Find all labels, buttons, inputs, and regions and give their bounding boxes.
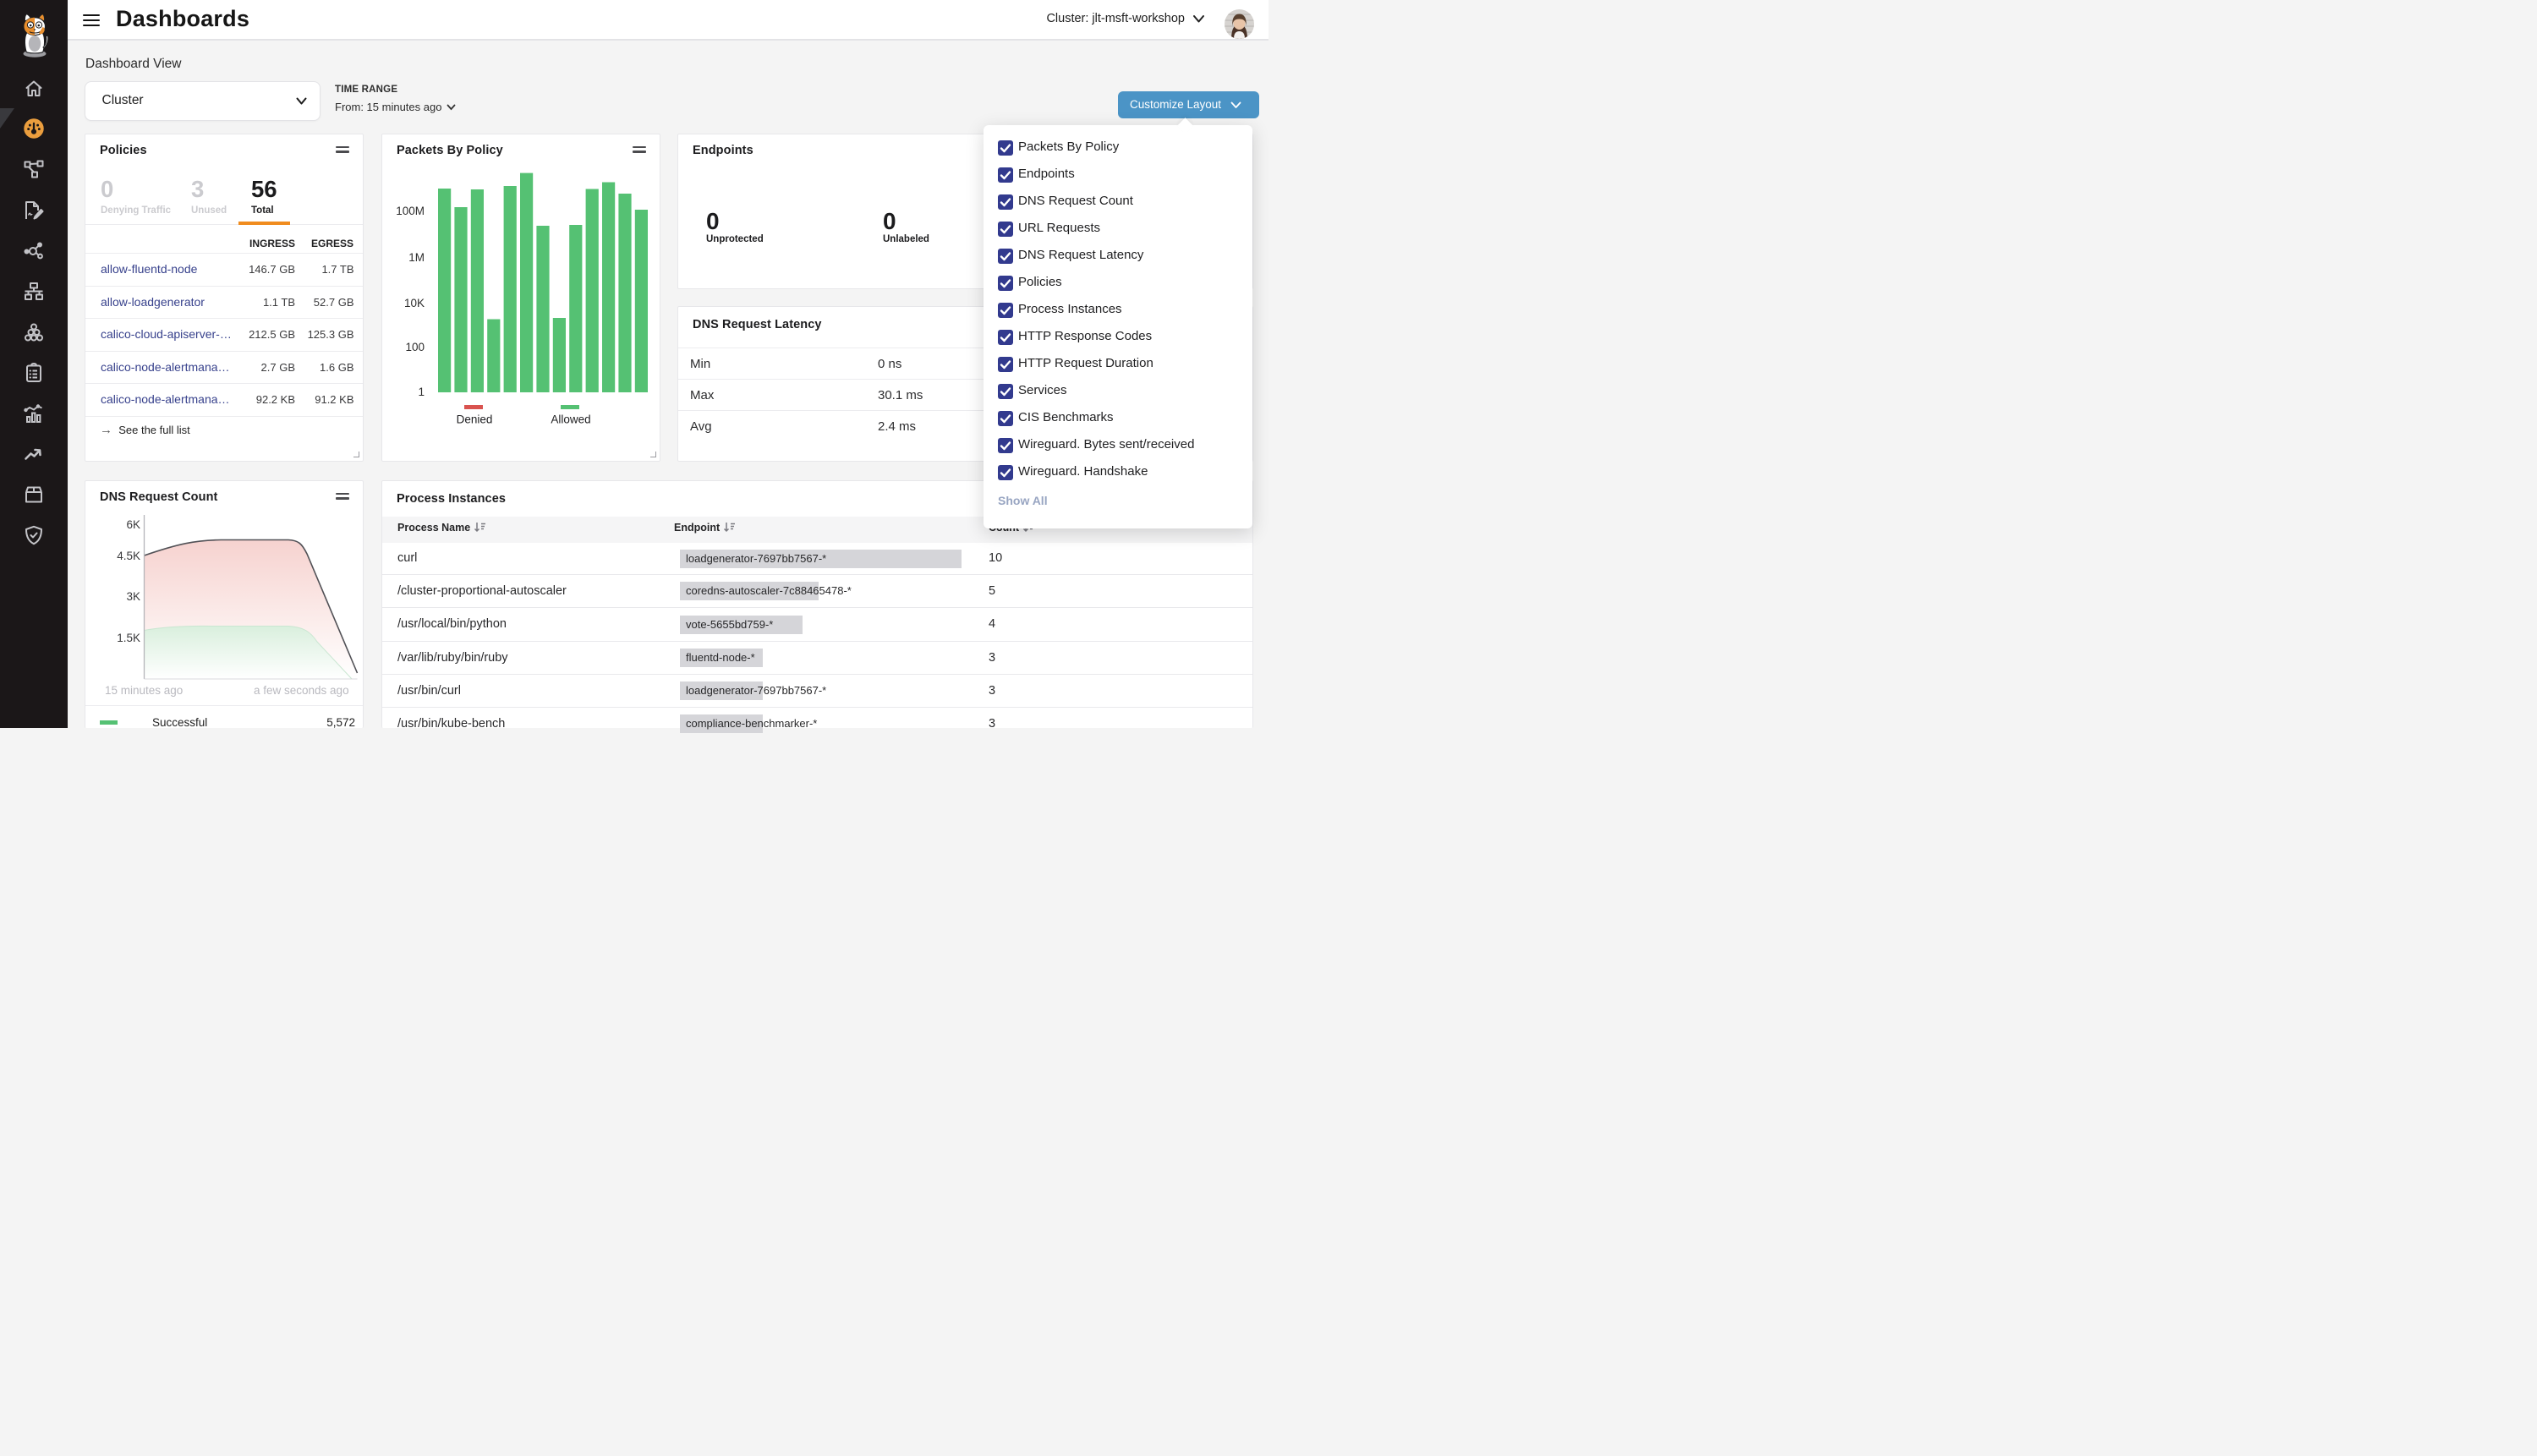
svg-text:10K: 10K [404, 297, 425, 309]
svg-text:15 minutes ago: 15 minutes ago [105, 684, 183, 697]
svg-text:1M: 1M [408, 251, 425, 264]
svg-text:100: 100 [405, 341, 425, 353]
svg-text:Allowed: Allowed [551, 413, 590, 426]
svg-text:4.5K: 4.5K [117, 550, 140, 562]
svg-text:100M: 100M [396, 205, 425, 217]
svg-text:1.5K: 1.5K [117, 632, 140, 644]
svg-text:a few seconds ago: a few seconds ago [254, 684, 349, 697]
svg-text:Denied: Denied [457, 413, 493, 426]
svg-text:3K: 3K [126, 590, 140, 603]
svg-text:1: 1 [418, 386, 425, 398]
svg-text:6K: 6K [126, 518, 140, 531]
